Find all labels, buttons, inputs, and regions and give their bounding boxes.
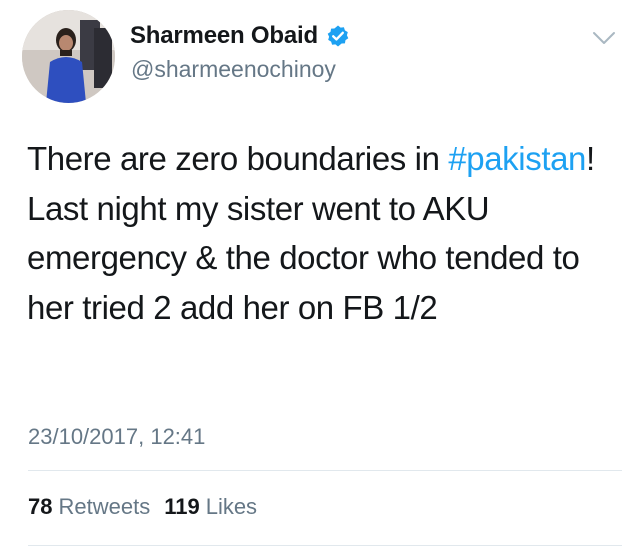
tweet-stats: 78 Retweets 119 Likes (28, 494, 257, 520)
verified-badge-icon (326, 24, 350, 48)
avatar[interactable] (22, 10, 115, 103)
likes-stat[interactable]: 119 Likes (164, 494, 257, 520)
author-display-name[interactable]: Sharmeen Obaid (130, 22, 318, 50)
likes-count: 119 (164, 494, 200, 519)
author-name-row[interactable]: Sharmeen Obaid (130, 22, 350, 50)
divider (28, 470, 622, 471)
tweet-text: There are zero boundaries in #pakistan! … (27, 134, 623, 332)
likes-label: Likes (205, 494, 258, 519)
hashtag-link[interactable]: #pakistan (448, 140, 586, 177)
retweets-count: 78 (28, 494, 53, 519)
chevron-down-icon[interactable] (589, 26, 619, 50)
retweets-stat[interactable]: 78 Retweets (28, 494, 150, 520)
tweet-text-start: There are zero boundaries in (27, 140, 449, 177)
tweet-card: Sharmeen Obaid @sharmeenochinoy There ar… (0, 0, 640, 549)
divider (28, 545, 622, 546)
retweets-label: Retweets (58, 494, 151, 519)
avatar-image (22, 10, 115, 103)
tweet-timestamp[interactable]: 23/10/2017, 12:41 (28, 424, 205, 450)
author-handle[interactable]: @sharmeenochinoy (131, 56, 336, 83)
